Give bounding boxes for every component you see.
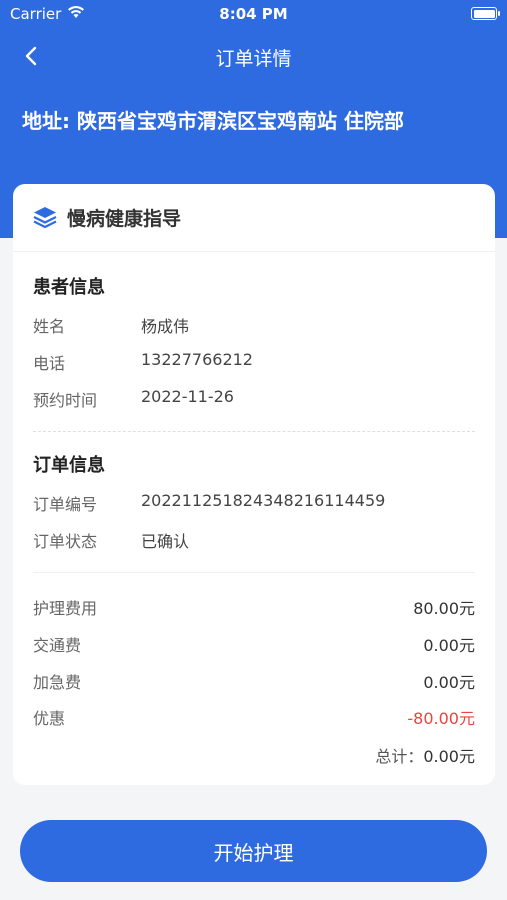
status-bar: Carrier 8:04 PM [0, 0, 507, 28]
patient-section-title: 患者信息 [33, 277, 105, 298]
total-amount: 0.00元 [423, 747, 475, 766]
row-label: 订单状态 [33, 532, 98, 551]
row-value: 杨成伟 [141, 317, 190, 336]
row-label: 电话 [33, 354, 66, 373]
fee-row-transport: 交通费 0.00元 [33, 632, 475, 658]
row-value: 202211251824348216114459 [141, 491, 386, 510]
total-row: 总计：0.00元 [375, 743, 475, 767]
fee-row-discount: 优惠 -80.00元 [33, 705, 475, 731]
fee-row-nursing: 护理费用 80.00元 [33, 595, 475, 621]
row-value: 13227766212 [141, 350, 253, 369]
row-label: 订单编号 [33, 495, 98, 514]
appointment-time-row: 预约时间 2022-11-26 [33, 387, 475, 413]
row-value: 2022-11-26 [141, 387, 234, 406]
order-detail-card: 慢病健康指导 患者信息 姓名 杨成伟 电话 13227766212 预约时间 2… [13, 184, 495, 785]
fee-label: 优惠 [33, 709, 66, 728]
service-name: 慢病健康指导 [67, 208, 182, 230]
row-value: 已确认 [141, 532, 190, 551]
row-label: 姓名 [33, 317, 66, 336]
address-text: 地址: 陕西省宝鸡市渭滨区宝鸡南站 住院部 [22, 109, 404, 133]
fee-label: 护理费用 [33, 599, 98, 618]
order-number-row: 订单编号 202211251824348216114459 [33, 491, 475, 517]
fee-amount: 0.00元 [423, 673, 475, 692]
start-nursing-button[interactable]: 开始护理 [20, 820, 487, 882]
fee-row-urgent: 加急费 0.00元 [33, 669, 475, 695]
layers-icon [32, 204, 58, 230]
fee-amount: 80.00元 [413, 599, 475, 618]
service-header: 慢病健康指导 [13, 184, 495, 252]
fee-amount: 0.00元 [423, 636, 475, 655]
discount-amount: -80.00元 [407, 709, 475, 728]
nav-bar: 订单详情 [0, 36, 507, 76]
order-section-title: 订单信息 [33, 455, 105, 476]
fee-label: 加急费 [33, 673, 82, 692]
total-label: 总计： [375, 747, 424, 766]
row-label: 预约时间 [33, 391, 98, 410]
fee-divider [33, 572, 475, 573]
order-status-row: 订单状态 已确认 [33, 528, 475, 554]
patient-phone-row: 电话 13227766212 [33, 350, 475, 376]
battery-icon [471, 7, 500, 20]
patient-name-row: 姓名 杨成伟 [33, 313, 475, 339]
clock: 8:04 PM [219, 5, 288, 23]
fee-label: 交通费 [33, 636, 82, 655]
section-divider [33, 431, 475, 432]
page-title: 订单详情 [215, 48, 292, 70]
